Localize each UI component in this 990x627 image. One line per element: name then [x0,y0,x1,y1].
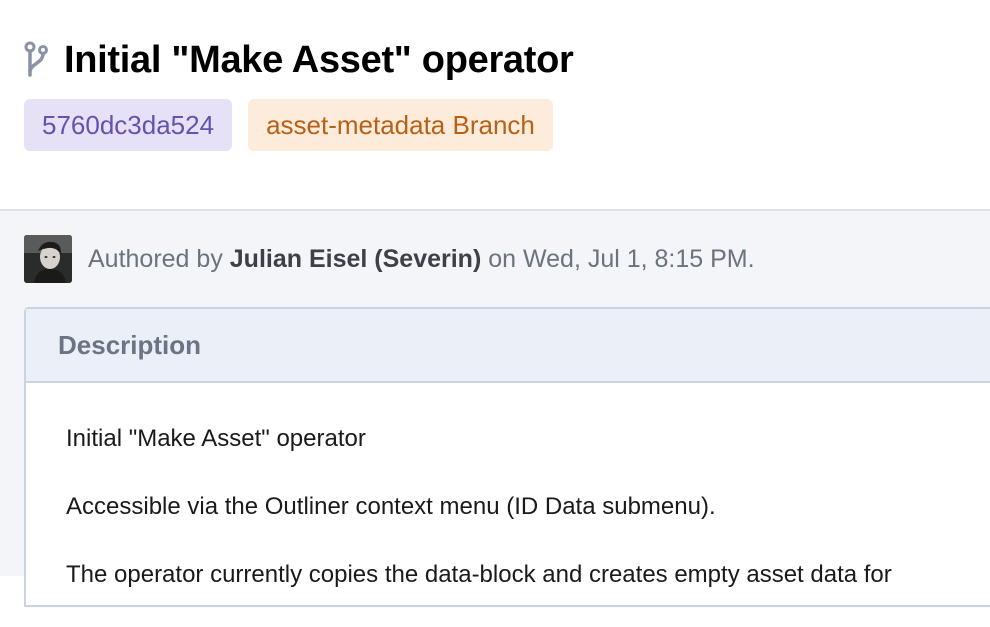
author-row: Authored by Julian Eisel (Severin) on We… [24,235,755,283]
description-line: Accessible via the Outliner context menu… [66,493,716,520]
branch-tag[interactable]: asset-metadata Branch [248,99,553,151]
page-title: Initial "Make Asset" operator [64,38,574,81]
avatar[interactable] [24,235,72,283]
author-date: on Wed, Jul 1, 8:15 PM. [488,244,755,273]
tag-list: 5760dc3da524 asset-metadata Branch [24,99,553,151]
page-header: Initial "Make Asset" operator 5760dc3da5… [0,0,990,210]
author-name-link[interactable]: Julian Eisel (Severin) [230,245,482,273]
title-row: Initial "Make Asset" operator [22,36,574,84]
description-title: Description [58,329,202,360]
description-line: Initial "Make Asset" operator [66,425,366,452]
author-line: Authored by Julian Eisel (Severin) on We… [88,245,755,274]
description-body: Initial "Make Asset" operator Accessible… [26,383,990,627]
description-panel: Description Initial "Make Asset" operato… [24,307,990,607]
content-area: Authored by Julian Eisel (Severin) on We… [0,211,990,607]
commit-hash-tag[interactable]: 5760dc3da524 [24,99,233,151]
description-panel-header: Description [26,309,990,383]
author-prefix: Authored by [88,244,223,273]
branch-icon [22,40,50,80]
description-line: The operator currently copies the data-b… [66,561,892,588]
